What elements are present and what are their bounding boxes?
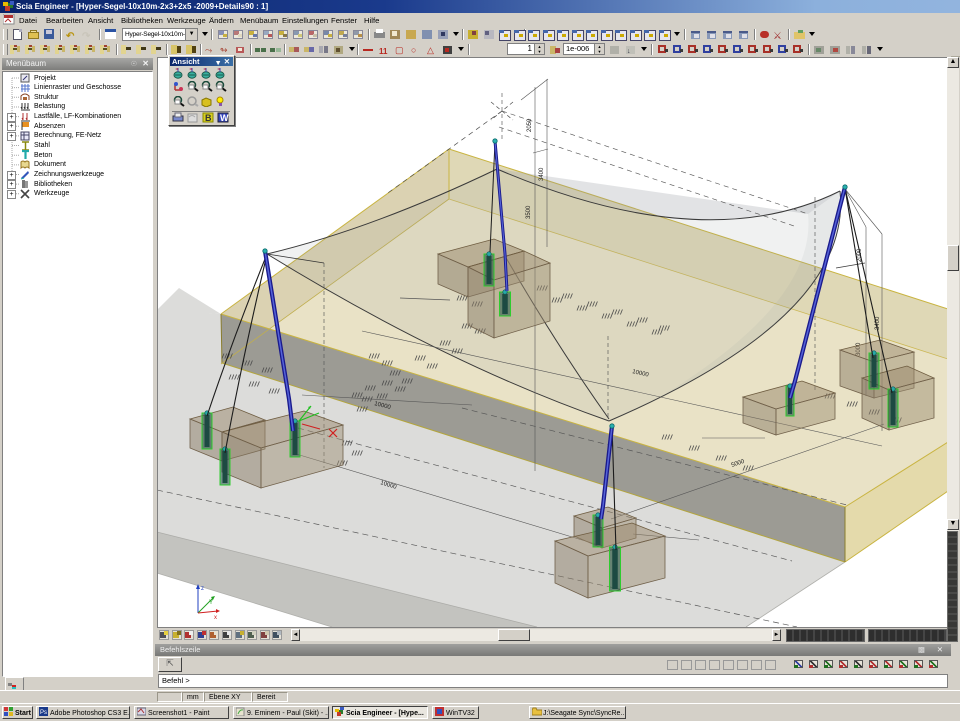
svg-text:3500: 3500: [526, 205, 532, 219]
svg-text:x: x: [214, 615, 217, 621]
svg-text:z: z: [201, 586, 204, 592]
svg-text:Ps: Ps: [40, 710, 47, 716]
svg-text:B: B: [205, 113, 212, 123]
svg-text:2050: 2050: [527, 118, 533, 132]
svg-text:W: W: [220, 113, 229, 123]
svg-text:Y: Y: [209, 600, 213, 606]
svg-text:3400: 3400: [539, 167, 545, 181]
